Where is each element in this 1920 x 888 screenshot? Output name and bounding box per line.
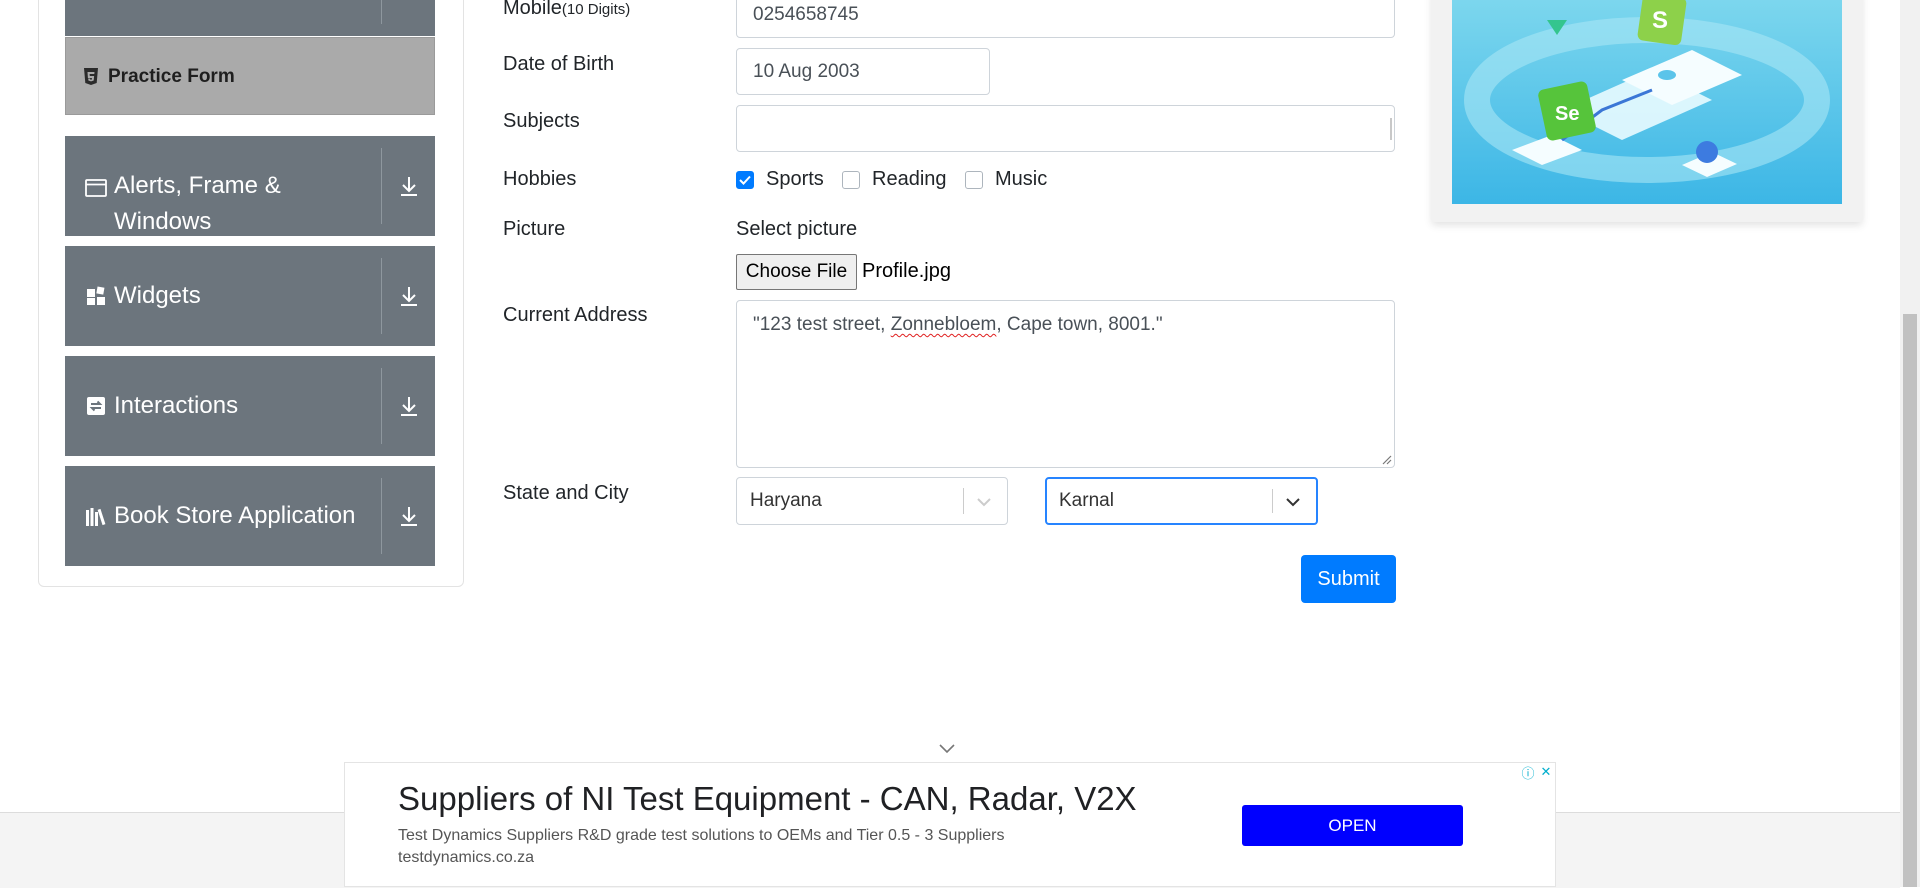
hobbies-label: Hobbies: [503, 168, 577, 190]
hobby-label: Sports: [766, 168, 824, 190]
resize-handle-icon[interactable]: [1380, 453, 1392, 465]
hobby-label: Reading: [872, 168, 947, 190]
group-divider: [381, 0, 382, 24]
close-icon[interactable]: ✕: [1537, 763, 1555, 781]
subjects-label: Subjects: [503, 110, 580, 132]
selenium-promo-banner[interactable]: Se S: [1452, 0, 1842, 204]
state-city-label: State and City: [503, 482, 629, 504]
download-icon[interactable]: [382, 136, 435, 236]
download-icon[interactable]: [382, 246, 435, 346]
text-cursor: [1390, 118, 1392, 140]
books-icon: [85, 506, 107, 528]
state-value: Haryana: [750, 490, 822, 511]
hobby-music-checkbox[interactable]: Music: [965, 168, 1047, 191]
mobile-label: Mobile(10 Digits): [503, 0, 630, 20]
chevron-down-icon[interactable]: [938, 743, 956, 755]
sidebar-group-title: Interactions: [114, 392, 239, 419]
sidebar-group-alerts[interactable]: Alerts, Frame & Windows: [65, 136, 435, 236]
sidebar-group-title: Widgets: [114, 282, 201, 309]
sidebar-item-label: Practice Form: [108, 66, 235, 87]
sidebar-group-interactions[interactable]: Interactions: [65, 356, 435, 456]
selenium-illustration: Se S: [1464, 0, 1830, 183]
checkbox-checked[interactable]: [736, 170, 754, 189]
html5-icon: [84, 68, 98, 85]
select-separator: [1272, 489, 1273, 513]
ad-badges: ⓘ ✕: [1519, 763, 1555, 781]
sidebar-group-forms[interactable]: [65, 0, 435, 36]
date-of-birth-input[interactable]: 10 Aug 2003: [736, 48, 990, 95]
choose-file-button[interactable]: Choose File: [736, 254, 857, 290]
checkbox-unchecked[interactable]: [842, 170, 860, 189]
advertisement-banner[interactable]: Suppliers of NI Test Equipment - CAN, Ra…: [344, 762, 1556, 887]
select-picture-label: Select picture: [736, 218, 858, 240]
checkbox-unchecked[interactable]: [965, 170, 983, 189]
ad-description: Test Dynamics Suppliers R&D grade test s…: [398, 827, 1005, 844]
ad-info-icon[interactable]: ⓘ: [1519, 763, 1537, 781]
selected-file-name: Profile.jpg: [862, 260, 951, 282]
ad-open-button[interactable]: OPEN: [1242, 805, 1463, 846]
dob-label: Date of Birth: [503, 53, 615, 75]
ad-title[interactable]: Suppliers of NI Test Equipment - CAN, Ra…: [398, 780, 1137, 818]
selenium-logo-text: Se: [1555, 103, 1579, 125]
state-select[interactable]: Haryana: [736, 477, 1008, 525]
spellcheck-word: Zonnebloem: [890, 314, 997, 335]
logo-letter: S: [1652, 7, 1668, 34]
widgets-icon: [85, 285, 107, 307]
sidebar-group-title: Alerts, Frame & Windows: [114, 172, 281, 235]
sidebar-group-title: Book Store Application: [114, 502, 356, 529]
scrollbar-track[interactable]: [1900, 0, 1920, 887]
picture-label: Picture: [503, 218, 566, 240]
sidebar-item-practice-form[interactable]: Practice Form: [65, 37, 435, 115]
sidebar-group-widgets[interactable]: Widgets: [65, 246, 435, 346]
interactions-icon: [85, 395, 107, 417]
city-value: Karnal: [1059, 490, 1114, 511]
download-icon[interactable]: [382, 356, 435, 456]
sidebar-group-book-store[interactable]: Book Store Application: [65, 466, 435, 566]
download-icon[interactable]: [382, 466, 435, 566]
mobile-hint: (10 Digits): [561, 1, 631, 18]
scrollbar-thumb[interactable]: [1903, 314, 1917, 887]
window-icon: [85, 177, 107, 199]
mobile-label-text: Mobile: [503, 0, 562, 19]
subjects-input[interactable]: [736, 105, 1395, 152]
chevron-down-icon[interactable]: [974, 492, 994, 512]
hobby-reading-checkbox[interactable]: Reading: [842, 168, 947, 191]
chevron-down-icon[interactable]: [1283, 492, 1303, 512]
hobby-sports-checkbox[interactable]: Sports: [736, 168, 824, 191]
mobile-input[interactable]: 0254658745: [736, 0, 1395, 38]
submit-button[interactable]: Submit: [1301, 555, 1396, 603]
address-text: , Cape town, 8001.": [996, 314, 1163, 335]
current-address-textarea[interactable]: "123 test street, Zonnebloem, Cape town,…: [736, 300, 1395, 468]
ad-url[interactable]: testdynamics.co.za: [398, 849, 534, 867]
address-text: "123 test street,: [753, 314, 891, 335]
current-address-label: Current Address: [503, 304, 648, 326]
city-select[interactable]: Karnal: [1045, 477, 1318, 525]
select-separator: [963, 488, 964, 514]
hobby-label: Music: [995, 168, 1048, 190]
